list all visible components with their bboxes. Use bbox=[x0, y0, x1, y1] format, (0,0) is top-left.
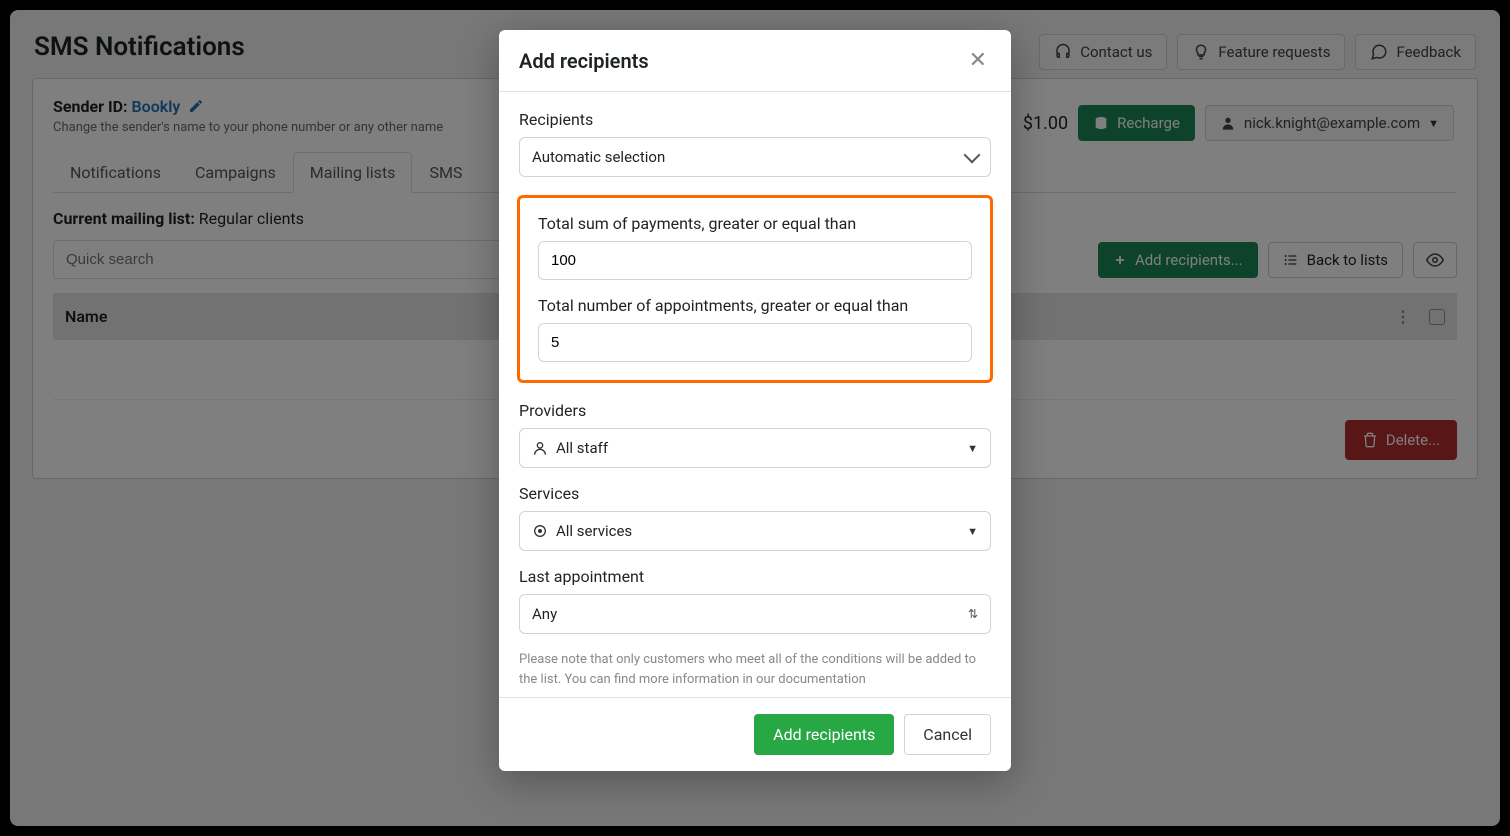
sort-icon: ⇅ bbox=[968, 607, 978, 621]
modal-title: Add recipients bbox=[519, 49, 649, 73]
modal-submit-button[interactable]: Add recipients bbox=[754, 714, 894, 755]
recipients-label: Recipients bbox=[519, 110, 991, 129]
services-select[interactable]: All services ▼ bbox=[519, 511, 991, 551]
target-icon bbox=[532, 523, 548, 539]
total-sum-label: Total sum of payments, greater or equal … bbox=[538, 214, 972, 233]
total-appointments-input[interactable] bbox=[538, 323, 972, 362]
modal-overlay[interactable]: Add recipients ✕ Recipients Automatic se… bbox=[0, 0, 1510, 836]
caret-down-icon: ▼ bbox=[967, 525, 978, 538]
highlighted-criteria-box: Total sum of payments, greater or equal … bbox=[517, 195, 993, 383]
modal-note: Please note that only customers who meet… bbox=[519, 650, 991, 689]
last-appointment-label: Last appointment bbox=[519, 567, 991, 586]
recipients-select[interactable]: Automatic selection bbox=[519, 137, 991, 177]
providers-label: Providers bbox=[519, 401, 991, 420]
add-recipients-modal: Add recipients ✕ Recipients Automatic se… bbox=[499, 30, 1011, 771]
chevron-down-icon bbox=[964, 147, 981, 164]
total-sum-input[interactable] bbox=[538, 241, 972, 280]
total-appointments-label: Total number of appointments, greater or… bbox=[538, 296, 972, 315]
modal-cancel-button[interactable]: Cancel bbox=[904, 714, 991, 755]
user-outline-icon bbox=[532, 440, 548, 456]
services-label: Services bbox=[519, 484, 991, 503]
caret-down-icon: ▼ bbox=[967, 442, 978, 455]
close-icon[interactable]: ✕ bbox=[965, 48, 991, 73]
modal-footer: Add recipients Cancel bbox=[499, 697, 1011, 771]
last-appointment-select[interactable]: Any ⇅ bbox=[519, 594, 991, 634]
modal-body: Recipients Automatic selection Total sum… bbox=[499, 92, 1011, 697]
modal-header: Add recipients ✕ bbox=[499, 30, 1011, 92]
providers-select[interactable]: All staff ▼ bbox=[519, 428, 991, 468]
